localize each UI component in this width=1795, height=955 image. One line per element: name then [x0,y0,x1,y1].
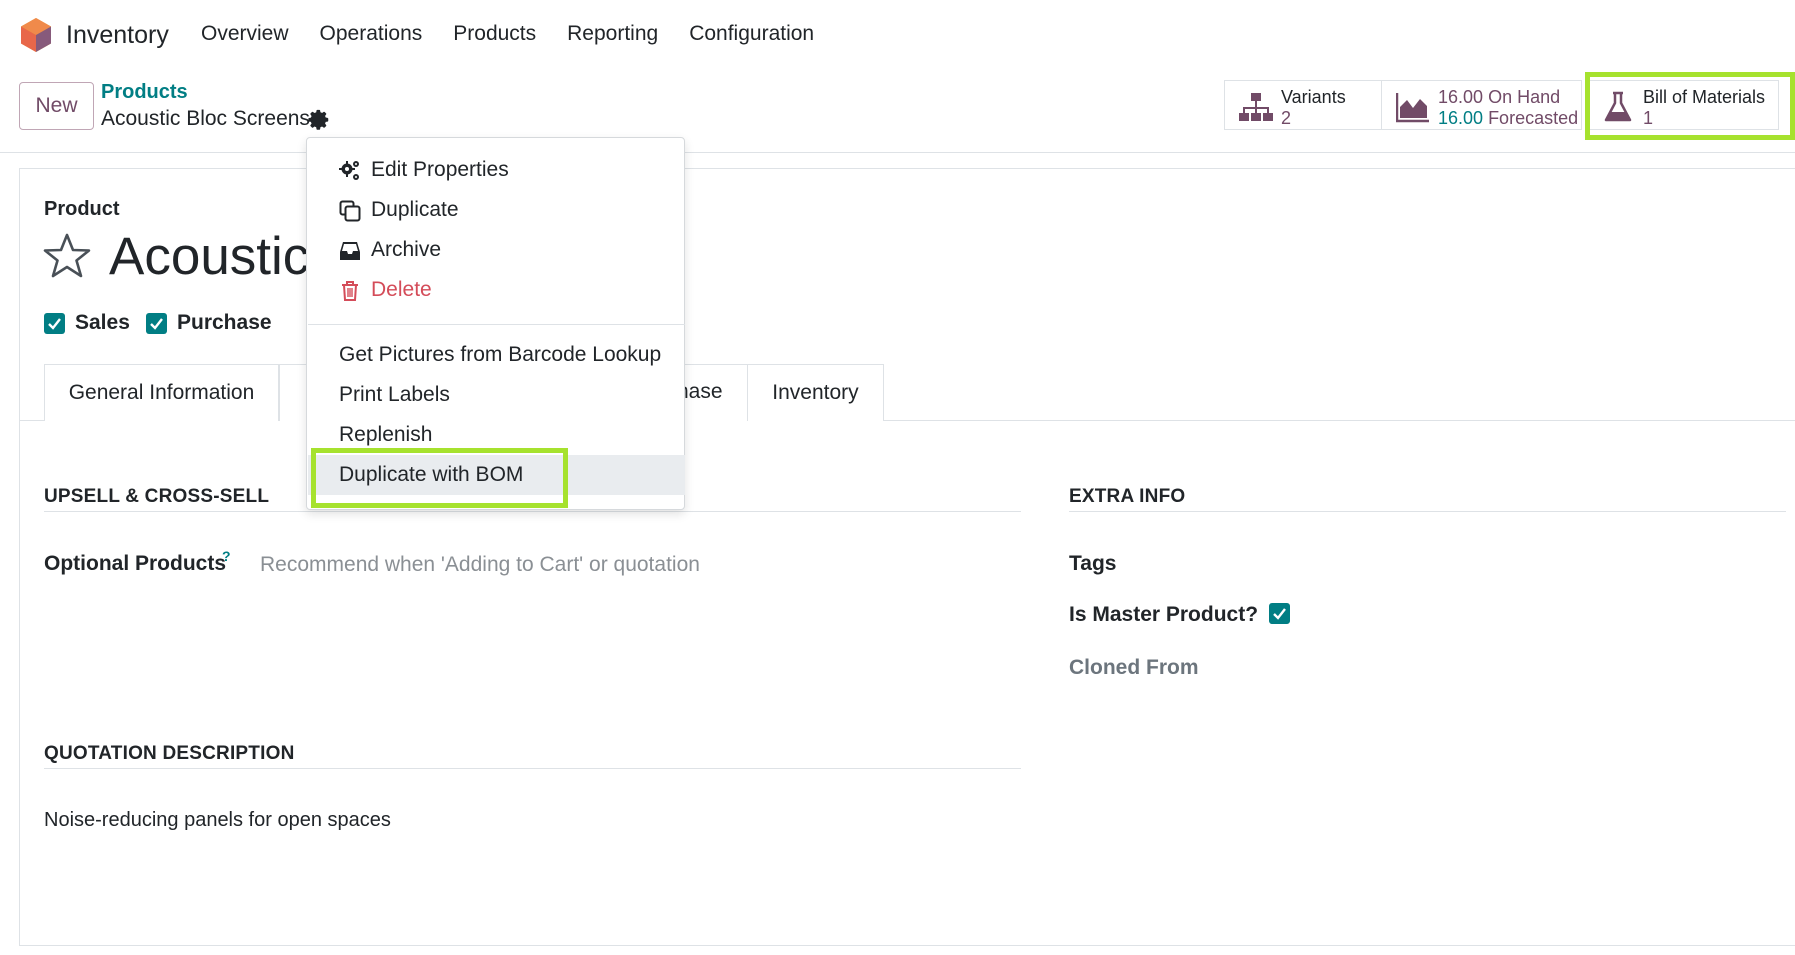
quotation-description-text[interactable]: Noise-reducing panels for open spaces [44,809,391,832]
extra-info-divider [1069,511,1786,512]
forecast-label: Forecasted [1488,108,1579,128]
star-icon[interactable] [43,232,91,280]
optional-products-label: Optional Products [44,552,227,575]
new-button[interactable]: New [19,82,94,130]
sitemap-icon [1239,93,1273,121]
is-master-product-checkbox[interactable] [1269,603,1290,624]
menu-products[interactable]: Products [453,22,536,46]
breadcrumb-products[interactable]: Products [101,81,188,104]
dropdown-separator [308,324,685,325]
menu-item-print-labels[interactable]: Print Labels [308,375,685,415]
sales-label[interactable]: Sales [75,311,130,335]
main-menu: Overview Operations Products Reporting C… [201,22,845,46]
bom-highlight-box [1585,72,1795,140]
on-hand-value: 16.00 [1438,87,1484,107]
menu-reporting[interactable]: Reporting [567,22,658,46]
purchase-checkbox[interactable] [146,313,167,334]
on-hand-smart-button[interactable]: 16.00 On Hand 16.00 Forecasted [1381,80,1582,130]
menu-configuration[interactable]: Configuration [689,22,814,46]
get-pictures-label: Get Pictures from Barcode Lookup [339,343,662,366]
sales-checkbox[interactable] [44,313,65,334]
print-labels-label: Print Labels [339,383,450,406]
tab-inventory[interactable]: Inventory [747,364,884,421]
menu-item-delete[interactable]: Delete [308,270,685,310]
cogs-icon [339,161,359,180]
quotation-description-divider [44,768,1021,769]
duplicate-bom-highlight-box [311,448,568,508]
forecast-value: 16.00 [1438,108,1484,128]
inventory-app-icon[interactable] [20,17,52,53]
top-navbar: Inventory Overview Operations Products R… [0,0,1795,70]
trash-icon [342,281,358,301]
gear-icon[interactable] [308,108,330,130]
delete-label: Delete [371,278,432,301]
product-name[interactable]: Acoustic [109,226,309,287]
is-master-product-label: Is Master Product? [1069,603,1259,626]
variants-label: Variants [1281,87,1346,107]
variants-count: 2 [1281,108,1292,128]
optional-products-input[interactable]: Recommend when 'Adding to Cart' or quota… [260,553,700,577]
tab-general-information[interactable]: General Information [44,364,279,421]
product-label: Product [44,198,120,220]
area-chart-icon [1396,93,1429,123]
control-panel-divider [0,152,1795,153]
menu-overview[interactable]: Overview [201,22,289,46]
menu-operations[interactable]: Operations [320,22,423,46]
upsell-section-title: UPSELL & CROSS-SELL [44,486,270,507]
tags-label: Tags [1069,552,1117,575]
replenish-label: Replenish [339,423,433,446]
menu-item-archive[interactable]: Archive [308,230,685,270]
breadcrumb-current: Acoustic Bloc Screens [101,107,310,130]
menu-item-get-pictures[interactable]: Get Pictures from Barcode Lookup [308,335,685,375]
menu-item-edit-properties[interactable]: Edit Properties [308,150,685,190]
extra-info-section-title: EXTRA INFO [1069,486,1186,507]
menu-item-duplicate[interactable]: Duplicate [308,190,685,230]
variants-smart-button[interactable]: Variants 2 [1224,80,1382,130]
help-tooltip-icon[interactable]: ? [222,548,231,564]
duplicate-label: Duplicate [371,198,459,221]
purchase-label[interactable]: Purchase [177,311,272,335]
on-hand-label: On Hand [1488,87,1561,107]
copy-icon [339,200,361,222]
archive-inbox-icon [340,242,360,260]
upsell-divider [44,511,1021,512]
edit-properties-label: Edit Properties [371,158,509,181]
archive-label: Archive [371,238,442,261]
app-name[interactable]: Inventory [66,21,169,50]
cloned-from-label: Cloned From [1069,656,1199,679]
quotation-description-title: QUOTATION DESCRIPTION [44,743,295,764]
